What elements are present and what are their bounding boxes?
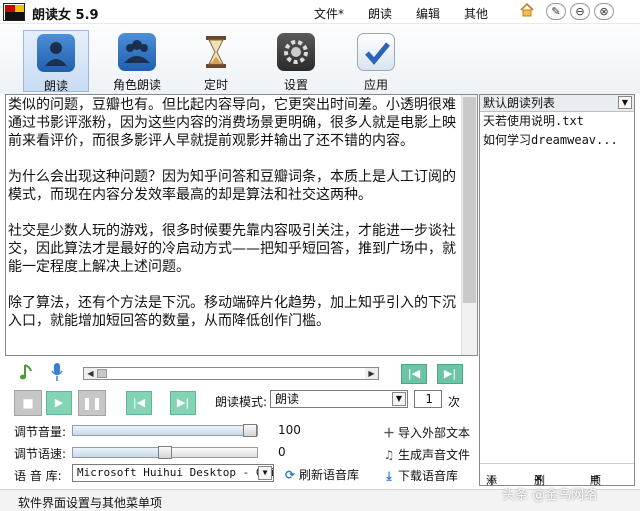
progress-left-icon[interactable]: ◀ xyxy=(84,368,97,379)
volume-value: 100 xyxy=(278,423,301,437)
reading-text-content[interactable]: 类似的问题，豆瓣也有。但比起内容导向，它更突出时间差。小透明很难通过书影评涨粉，… xyxy=(8,96,460,348)
voice-value: Microsoft Huihui Desktop - Chines xyxy=(77,466,274,479)
mode-select[interactable]: 朗读 ▼ xyxy=(270,390,408,408)
app-logo-icon xyxy=(3,3,25,21)
tab-settings[interactable]: 设置 xyxy=(263,30,329,92)
tab-role-read-label: 角色朗读 xyxy=(112,78,161,92)
app-title: 朗读女 5.9 xyxy=(32,8,99,23)
refresh-voices-label: 刷新语音库 xyxy=(299,468,360,482)
toolbar: 朗读 角色朗读 定时 设置 应用 xyxy=(0,24,640,94)
list-item[interactable]: 如何学习dreamweav... xyxy=(480,131,634,150)
tab-settings-label: 设置 xyxy=(283,78,308,92)
playback-progress-bar[interactable]: ◀ ▶ xyxy=(83,367,379,380)
skip-to-end-button[interactable]: ▶| xyxy=(437,364,463,384)
download-icon: ⤓ xyxy=(386,469,392,483)
tab-read-label: 朗读 xyxy=(43,79,68,93)
text-paragraph: 除了算法，还有个方法是下沉。移动端碎片化趋势，加上知乎引入的下沉入口，就能增加短… xyxy=(8,295,456,329)
speed-slider[interactable] xyxy=(72,446,258,459)
reader-icon xyxy=(37,34,75,72)
checkmark-icon xyxy=(357,33,395,71)
volume-fill xyxy=(73,426,250,435)
title-bar: 朗读女 5.9 文件* 朗读 编辑 其他 ✎ ⊖ ⊗ xyxy=(0,0,640,24)
generate-audio-button[interactable]: ♫ 生成声音文件 xyxy=(382,446,470,463)
menu-bar: 文件* 朗读 编辑 其他 xyxy=(314,5,512,22)
voice-label: 语 音 库: xyxy=(14,469,62,483)
menu-other[interactable]: 其他 xyxy=(464,5,488,22)
repeat-count-input[interactable]: 1 xyxy=(414,390,442,408)
playlist-footer: ＋添加 ✕ 删除 ≡ 顺序 xyxy=(480,463,634,503)
stop-button[interactable]: ■ xyxy=(14,390,42,416)
skip-to-start-button[interactable]: |◀ xyxy=(401,364,427,384)
roles-icon xyxy=(118,33,156,71)
menu-edit[interactable]: 编辑 xyxy=(416,5,440,22)
import-text-label: 导入外部文本 xyxy=(398,426,471,440)
gear-icon xyxy=(277,33,315,71)
pin-icon[interactable]: ✎ xyxy=(546,3,566,20)
playlist-title: 默认朗读列表 xyxy=(483,96,556,110)
plus-icon: ＋ xyxy=(382,426,395,440)
repeat-unit: 次 xyxy=(448,395,461,409)
speed-value: 0 xyxy=(278,445,286,459)
tab-apps[interactable]: 应用 xyxy=(343,30,409,92)
download-voices-label: 下载语音库 xyxy=(398,469,459,483)
playlist-panel: 默认朗读列表 ▼ 天若使用说明.txt 如何学习dreamweav... ＋添加… xyxy=(479,94,635,503)
speed-label: 调节语速: xyxy=(14,447,67,461)
voice-select[interactable]: Microsoft Huihui Desktop - Chines ▼ xyxy=(72,464,274,482)
volume-knob[interactable] xyxy=(243,424,257,437)
speed-fill xyxy=(73,448,165,457)
close-icon[interactable]: ⊗ xyxy=(594,3,614,20)
chevron-down-icon[interactable]: ▼ xyxy=(618,96,632,109)
mode-value: 朗读 xyxy=(275,392,300,406)
volume-label: 调节音量: xyxy=(14,425,67,439)
progress-right-icon[interactable]: ▶ xyxy=(365,368,378,379)
tab-timer-label: 定时 xyxy=(203,78,228,92)
microphone-icon[interactable] xyxy=(49,361,65,383)
menu-read[interactable]: 朗读 xyxy=(368,5,392,22)
chevron-down-icon[interactable]: ▼ xyxy=(392,392,406,406)
minimize-icon[interactable]: ⊖ xyxy=(570,3,590,20)
tab-role-read[interactable]: 角色朗读 xyxy=(104,30,170,92)
previous-button[interactable]: |◀ xyxy=(126,391,152,415)
pause-button[interactable]: ❚❚ xyxy=(78,390,106,416)
refresh-icon: ⟳ xyxy=(284,468,296,482)
status-text: 软件界面设置与其他菜单项 xyxy=(18,496,163,510)
watermark: 头条 @金鸟网络 xyxy=(502,488,598,503)
menu-file[interactable]: 文件* xyxy=(314,5,344,22)
text-paragraph: 类似的问题，豆瓣也有。但比起内容导向，它更突出时间差。小透明很难通过书影评涨粉，… xyxy=(8,97,456,149)
playlist-selector[interactable]: 默认朗读列表 ▼ xyxy=(480,95,634,112)
import-text-button[interactable]: ＋导入外部文本 xyxy=(382,424,470,441)
music-note-icon xyxy=(20,364,32,380)
download-voices-button[interactable]: ⤓ 下载语音库 xyxy=(382,467,458,484)
list-item[interactable]: 天若使用说明.txt xyxy=(480,112,634,131)
text-paragraph: 社交是少数人玩的游戏，很多时候要先靠内容吸引关注，才能进一步谈社交，因此算法才是… xyxy=(8,223,456,275)
volume-slider[interactable] xyxy=(72,424,258,437)
text-scroll-thumb[interactable] xyxy=(463,97,476,303)
refresh-voices-button[interactable]: ⟳ 刷新语音库 xyxy=(283,466,359,483)
text-paragraph: 为什么会出现这种问题？因为知乎问答和豆瓣词条，本质上是人工订阅的模式，而现在内容… xyxy=(8,169,456,203)
reading-text-area[interactable]: 类似的问题，豆瓣也有。但比起内容导向，它更突出时间差。小透明很难通过书影评涨粉，… xyxy=(5,94,478,356)
next-button[interactable]: ▶| xyxy=(170,391,196,415)
chevron-down-icon[interactable]: ▼ xyxy=(258,466,272,480)
text-vertical-scrollbar[interactable] xyxy=(461,95,477,355)
music-note-icon: ♫ xyxy=(383,448,395,462)
mode-label: 朗读模式: xyxy=(215,395,268,409)
speed-knob[interactable] xyxy=(158,446,172,459)
tab-timer[interactable]: 定时 xyxy=(183,30,249,92)
tab-apps-label: 应用 xyxy=(363,78,388,92)
tab-read[interactable]: 朗读 xyxy=(23,30,89,93)
hourglass-icon xyxy=(197,33,235,71)
progress-thumb[interactable] xyxy=(97,369,107,378)
generate-audio-label: 生成声音文件 xyxy=(398,448,471,462)
play-button[interactable]: ▶ xyxy=(46,391,72,415)
home-icon[interactable] xyxy=(519,2,535,18)
